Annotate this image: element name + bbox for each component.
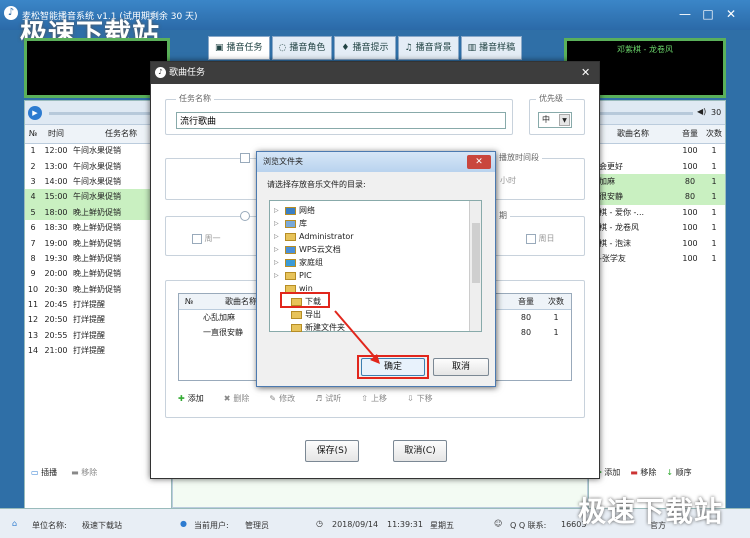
annotation-arrow bbox=[334, 310, 380, 364]
